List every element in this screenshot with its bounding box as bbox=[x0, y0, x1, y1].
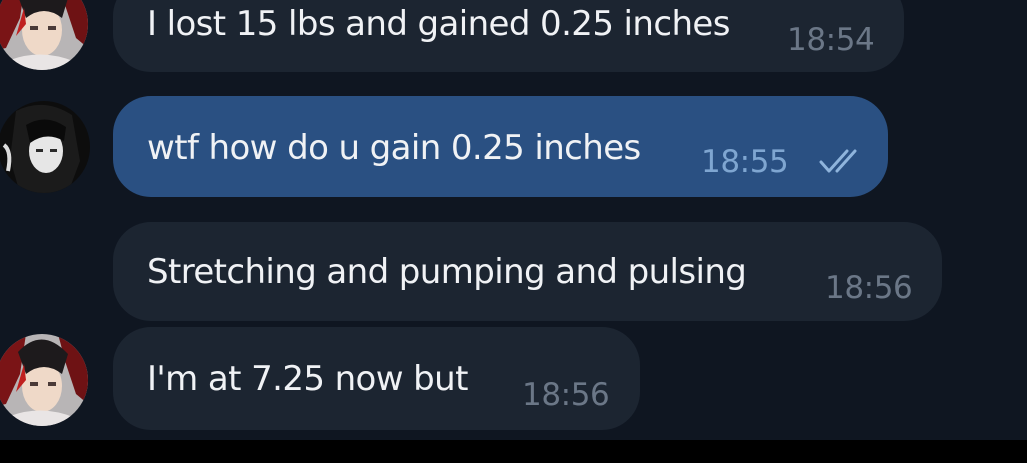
message-timestamp: 18:56 bbox=[825, 270, 913, 306]
anime-character-avatar-icon bbox=[0, 0, 88, 70]
contact-avatar[interactable] bbox=[0, 334, 88, 426]
double-check-icon bbox=[819, 149, 857, 173]
message-bubble-outgoing[interactable]: wtf how do u gain 0.25 inches 18:55 bbox=[113, 96, 888, 197]
anime-character-avatar-icon bbox=[0, 334, 88, 426]
bottom-black-strip bbox=[0, 440, 1027, 463]
message-text: I'm at 7.25 now but bbox=[147, 359, 468, 399]
message-text: I lost 15 lbs and gained 0.25 inches bbox=[147, 4, 730, 44]
message-text: wtf how do u gain 0.25 inches bbox=[147, 128, 641, 168]
message-bubble[interactable]: Stretching and pumping and pulsing 18:56 bbox=[113, 222, 942, 321]
message-timestamp: 18:56 bbox=[522, 377, 610, 413]
dark-haired-girl-avatar-icon bbox=[0, 101, 90, 193]
message-timestamp: 18:55 bbox=[701, 144, 789, 180]
message-bubble[interactable]: I lost 15 lbs and gained 0.25 inches 18:… bbox=[113, 0, 904, 72]
contact-avatar[interactable] bbox=[0, 0, 88, 70]
message-timestamp: 18:54 bbox=[787, 22, 875, 58]
message-text: Stretching and pumping and pulsing bbox=[147, 252, 747, 292]
own-avatar[interactable] bbox=[0, 101, 90, 193]
message-bubble[interactable]: I'm at 7.25 now but 18:56 bbox=[113, 327, 640, 430]
chat-view: I lost 15 lbs and gained 0.25 inches 18:… bbox=[0, 0, 1027, 440]
